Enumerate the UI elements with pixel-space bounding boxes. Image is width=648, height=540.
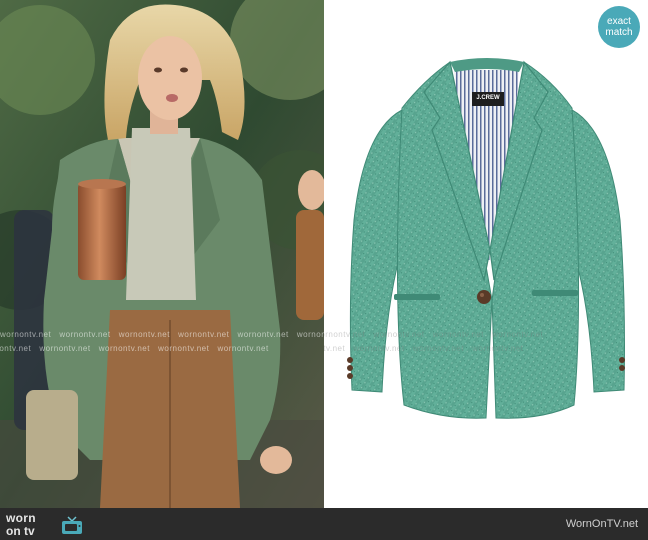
badge-line1: exact (607, 16, 631, 27)
scene-photo: wornontv.net wornontv.net wornontv.net w… (0, 0, 324, 508)
blazer-label: J.CREW (476, 95, 500, 101)
site-logo[interactable]: worn on tv (6, 511, 90, 538)
product-photo: J.CREW wornontv.net wornontv.net wornont… (324, 0, 648, 508)
logo-line2: on tv (6, 524, 35, 538)
tv-icon (62, 516, 82, 534)
footer-bar: worn on tv WornOnTV.net (0, 508, 648, 540)
site-name: WornOnTV.net (565, 518, 638, 530)
blazer-illustration (347, 58, 625, 419)
logo-line1: worn (6, 511, 36, 525)
badge-line2: match (605, 27, 633, 38)
exact-match-badge: exact match (598, 6, 640, 48)
scene-illustration (0, 0, 324, 508)
